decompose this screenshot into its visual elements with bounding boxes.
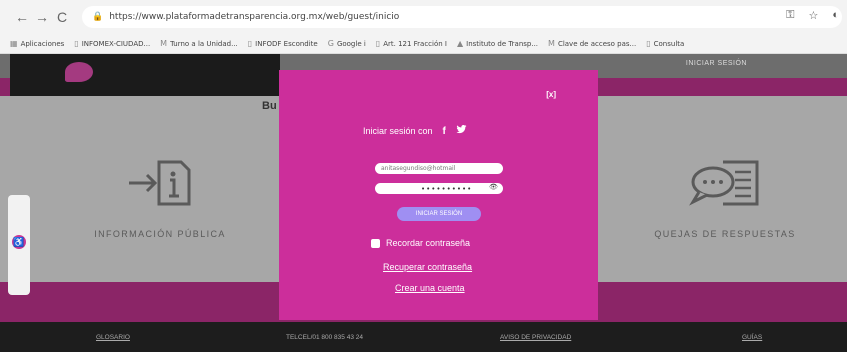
header-login-link[interactable]: INICIAR SESIÓN — [686, 60, 747, 67]
drive-icon: ▲ — [457, 39, 464, 48]
card-informacion-publica[interactable]: INFORMACIÓN PÚBLICA — [60, 158, 260, 239]
bookmark-item[interactable]: M Turno a la Unidad... — [160, 39, 238, 48]
search-heading: Bu — [262, 100, 277, 112]
apps-icon: ▦ — [10, 39, 18, 48]
login-modal: [x] Iniciar sesión con f 👁 INICIAR SESIÓ… — [279, 70, 598, 320]
reload-button[interactable]: C — [52, 9, 72, 25]
login-button[interactable]: INICIAR SESIÓN — [397, 207, 481, 221]
footer-privacy-link[interactable]: AVISO DE PRIVACIDAD — [500, 334, 571, 341]
bookmark-item[interactable]: ▲ Instituto de Transp... — [457, 39, 538, 48]
key-icon[interactable]: ⚿ — [786, 9, 794, 22]
password-input[interactable] — [375, 183, 503, 194]
logo-area — [10, 54, 280, 96]
show-password-icon[interactable]: 👁 — [489, 183, 498, 191]
bookmark-item[interactable]: ▯ Consulta — [646, 39, 684, 48]
bookmark-item[interactable]: ▯ INFOMEX-CIUDAD... — [74, 39, 150, 48]
card-label: QUEJAS DE RESPUESTAS — [654, 229, 796, 239]
bookmarks-bar: ▦ Aplicaciones ▯ INFOMEX-CIUDAD... M Turno … — [0, 34, 847, 54]
footer-guide-link[interactable]: GUÍAS — [742, 334, 762, 341]
username-input[interactable] — [375, 163, 503, 174]
social-login-title: Iniciar sesión con — [363, 126, 433, 136]
google-icon: G — [327, 39, 334, 48]
chat-document-icon — [685, 158, 765, 213]
page-icon: ▯ — [375, 39, 381, 48]
page-icon: ▯ — [247, 39, 253, 48]
page-icon: ▯ — [646, 39, 651, 48]
create-account-link[interactable]: Crear una cuenta — [395, 283, 465, 293]
recover-password-link[interactable]: Recuperar contraseña — [383, 262, 472, 272]
forward-button[interactable]: → — [32, 9, 52, 25]
info-document-icon — [125, 158, 195, 213]
accessibility-icon[interactable]: ♿ — [12, 235, 26, 249]
bookmark-item[interactable]: G Google i — [328, 39, 366, 48]
footer: GLOSARIO TELCEL/01 800 835 43 24 AVISO D… — [0, 322, 847, 352]
back-button[interactable]: ← — [12, 9, 32, 25]
accessibility-widget[interactable]: ♿ — [8, 195, 30, 295]
address-bar[interactable]: 🔒 https://www.plataformadetransparencia.… — [82, 6, 842, 28]
bookmark-item[interactable]: ▯ Art. 121 Fracción I — [376, 39, 447, 48]
site-logo[interactable] — [65, 62, 93, 82]
footer-phone: TELCEL/01 800 835 43 24 — [286, 334, 363, 341]
footer-glossary-link[interactable]: GLOSARIO — [96, 334, 130, 341]
browser-toolbar: ← → C 🔒 https://www.plataformadetranspar… — [0, 0, 847, 34]
card-label: INFORMACIÓN PÚBLICA — [94, 229, 226, 239]
bookmark-item[interactable]: ▯ INFODF Escondite — [248, 39, 318, 48]
twitter-icon[interactable] — [456, 125, 467, 137]
social-login: Iniciar sesión con f — [363, 125, 467, 137]
browser-actions: ⚿ ☆ ◐ — [786, 9, 839, 22]
gmail-icon: M — [548, 39, 555, 48]
close-icon[interactable]: [x] — [546, 90, 556, 99]
url-text: https://www.plataformadetransparencia.or… — [109, 12, 400, 22]
star-icon[interactable]: ☆ — [808, 9, 818, 22]
remember-label: Recordar contraseña — [386, 238, 471, 248]
gmail-icon: M — [160, 39, 168, 48]
remember-me[interactable]: Recordar contraseña — [371, 238, 470, 248]
screen: ← → C 🔒 https://www.plataformadetranspar… — [0, 0, 847, 352]
bookmark-item[interactable]: ▦ Aplicaciones — [10, 39, 64, 48]
page-icon: ▯ — [74, 39, 79, 48]
card-quejas[interactable]: QUEJAS DE RESPUESTAS — [630, 158, 820, 239]
bookmark-item[interactable]: M Clave de acceso pas... — [548, 39, 636, 48]
profile-icon[interactable]: ◐ — [832, 9, 839, 22]
lock-icon: 🔒 — [92, 12, 104, 22]
remember-checkbox[interactable] — [371, 238, 380, 248]
facebook-icon[interactable]: f — [443, 126, 446, 137]
